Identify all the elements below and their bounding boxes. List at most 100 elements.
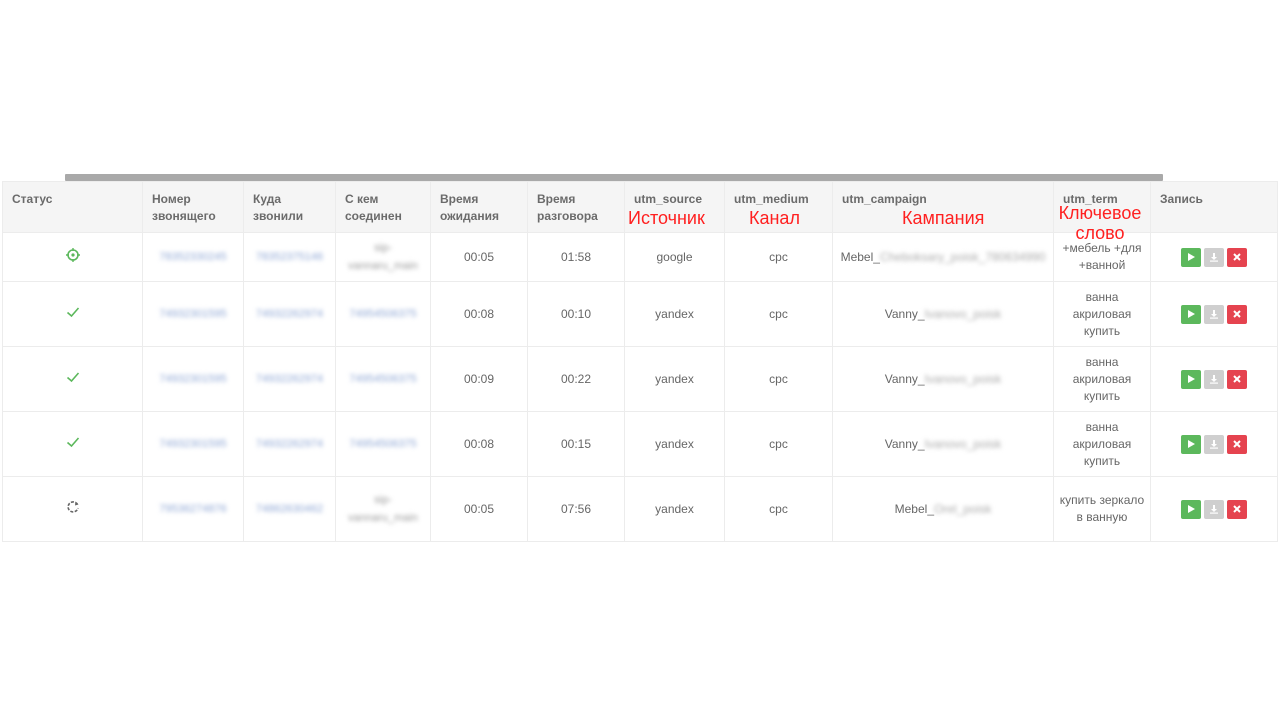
campaign-cell: Mebel_Orel_poisk <box>832 476 1054 542</box>
close-icon <box>1233 310 1241 318</box>
campaign-prefix: Vanny_ <box>884 436 925 451</box>
col-talk[interactable]: Время разговора <box>527 181 625 233</box>
delete-button[interactable] <box>1227 369 1247 389</box>
col-utm-source[interactable]: utm_source Источник <box>624 181 725 233</box>
called-number[interactable]: 74932262974 <box>256 308 323 320</box>
play-button[interactable] <box>1181 499 1201 519</box>
caller-cell[interactable]: 74932301595 <box>142 346 244 412</box>
caller-number[interactable]: 74932301595 <box>159 308 226 320</box>
wait-cell: 00:08 <box>430 281 528 347</box>
medium-cell: cpc <box>724 411 833 477</box>
caller-number[interactable]: 78352330245 <box>159 251 226 263</box>
play-button[interactable] <box>1181 434 1201 454</box>
delete-button[interactable] <box>1227 247 1247 267</box>
source-cell: yandex <box>624 346 725 412</box>
play-button[interactable] <box>1181 247 1201 267</box>
col-wait[interactable]: Время ожидания <box>430 181 528 233</box>
talk-cell: 00:10 <box>527 281 625 347</box>
called-cell[interactable]: 74932262974 <box>243 346 336 412</box>
talk-cell: 00:15 <box>527 411 625 477</box>
col-caller[interactable]: Номер звонящего <box>142 181 244 233</box>
medium-cell: cpc <box>724 281 833 347</box>
record-cell <box>1150 232 1278 282</box>
annotation-source: Источник <box>628 208 705 228</box>
caller-number[interactable]: 74932301595 <box>159 373 226 385</box>
col-record[interactable]: Запись <box>1150 181 1278 233</box>
col-connected[interactable]: С кем соединен <box>335 181 431 233</box>
col-utm-campaign[interactable]: utm_campaign Кампания <box>832 181 1054 233</box>
campaign-rest: Orel_poisk <box>934 501 992 516</box>
utm-campaign-label: utm_campaign <box>842 192 927 206</box>
called-cell[interactable]: 74862630462 <box>243 476 336 542</box>
table-row: 74932301595 74932262974 74954506375 00:0… <box>2 411 1278 477</box>
utm-medium-label: utm_medium <box>734 192 809 206</box>
close-icon <box>1233 375 1241 383</box>
caller-number[interactable]: 79536274876 <box>159 503 226 515</box>
play-icon <box>1188 505 1195 513</box>
col-utm-medium[interactable]: utm_medium Канал <box>724 181 833 233</box>
record-cell <box>1150 476 1278 542</box>
called-cell[interactable]: 74932262974 <box>243 411 336 477</box>
check-icon <box>65 369 81 385</box>
connected-cell[interactable]: 74954506375 <box>335 411 431 477</box>
connected-value[interactable]: 74954506375 <box>349 373 416 385</box>
annotation-term: Ключевое слово <box>1058 203 1142 243</box>
close-icon <box>1233 253 1241 261</box>
called-cell[interactable]: 78352375146 <box>243 232 336 282</box>
called-number[interactable]: 74932262974 <box>256 373 323 385</box>
col-called[interactable]: Куда звонили <box>243 181 336 233</box>
called-number[interactable]: 78352375146 <box>256 251 323 263</box>
play-icon <box>1188 253 1195 261</box>
download-button[interactable] <box>1204 304 1224 324</box>
campaign-cell: Mebel_Cheboksary_poisk_780634990 <box>832 232 1054 282</box>
talk-cell: 00:22 <box>527 346 625 412</box>
caller-number[interactable]: 74932301595 <box>159 438 226 450</box>
col-status[interactable]: Статус <box>2 181 143 233</box>
term-cell: ванна акриловая купить <box>1053 411 1151 477</box>
delete-button[interactable] <box>1227 499 1247 519</box>
wait-cell: 00:08 <box>430 411 528 477</box>
caller-cell[interactable]: 79536274876 <box>142 476 244 542</box>
talk-cell: 01:58 <box>527 232 625 282</box>
called-cell[interactable]: 74932262974 <box>243 281 336 347</box>
status-cell <box>2 281 143 347</box>
source-cell: yandex <box>624 411 725 477</box>
campaign-rest: Ivanovo_poisk <box>924 371 1002 386</box>
caller-cell[interactable]: 78352330245 <box>142 232 244 282</box>
status-cell <box>2 232 143 282</box>
play-button[interactable] <box>1181 304 1201 324</box>
table-row: 74932301595 74932262974 74954506375 00:0… <box>2 281 1278 347</box>
play-icon <box>1188 440 1195 448</box>
connected-cell[interactable]: sip-vannaru_main <box>335 476 431 542</box>
download-button[interactable] <box>1204 369 1224 389</box>
caller-cell[interactable]: 74932301595 <box>142 281 244 347</box>
table-header-row: Статус Номер звонящего Куда звонили С ке… <box>2 181 1278 243</box>
connected-value[interactable]: sip-vannaru_main <box>348 242 418 272</box>
horizontal-scrollbar[interactable] <box>65 174 1163 181</box>
source-cell: yandex <box>624 476 725 542</box>
campaign-rest: Ivanovo_poisk <box>924 436 1002 451</box>
connected-cell[interactable]: 74954506375 <box>335 346 431 412</box>
term-cell: ванна акриловая купить <box>1053 281 1151 347</box>
play-button[interactable] <box>1181 369 1201 389</box>
delete-button[interactable] <box>1227 434 1247 454</box>
connected-cell[interactable]: sip-vannaru_main <box>335 232 431 282</box>
source-cell: yandex <box>624 281 725 347</box>
col-utm-term[interactable]: utm_term Ключевое слово <box>1053 181 1151 243</box>
download-button[interactable] <box>1204 499 1224 519</box>
download-icon <box>1210 505 1218 514</box>
wait-cell: 00:05 <box>430 476 528 542</box>
called-number[interactable]: 74862630462 <box>256 503 323 515</box>
download-button[interactable] <box>1204 247 1224 267</box>
called-number[interactable]: 74932262974 <box>256 438 323 450</box>
connected-cell[interactable]: 74954506375 <box>335 281 431 347</box>
connected-value[interactable]: sip-vannaru_main <box>348 494 418 524</box>
delete-button[interactable] <box>1227 304 1247 324</box>
connected-value[interactable]: 74954506375 <box>349 308 416 320</box>
close-icon <box>1233 440 1241 448</box>
medium-cell: cpc <box>724 476 833 542</box>
download-button[interactable] <box>1204 434 1224 454</box>
connected-value[interactable]: 74954506375 <box>349 438 416 450</box>
caller-cell[interactable]: 74932301595 <box>142 411 244 477</box>
check-icon <box>65 434 81 450</box>
